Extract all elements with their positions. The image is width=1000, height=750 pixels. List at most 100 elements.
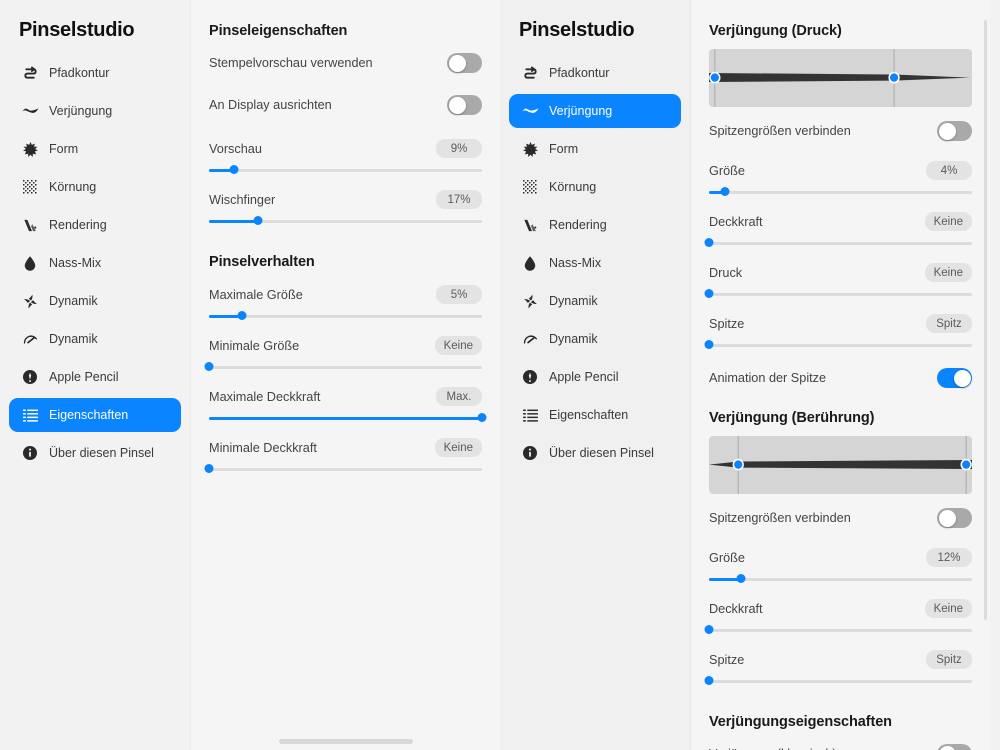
slider-control-deckkraft: Deckkraft Keine	[704, 212, 972, 250]
slider-thumb[interactable]	[704, 289, 714, 298]
slider-value-deckkraft[interactable]: Keine	[924, 599, 972, 618]
shape-star-icon	[519, 141, 541, 157]
slider-value-spitze[interactable]: Spitz	[926, 650, 972, 669]
slider-thumb[interactable]	[704, 340, 714, 349]
taper-preview-touch-graphic	[709, 436, 972, 494]
row-link-tip-sizes-pressure[interactable]: Spitzengrößen verbinden	[709, 121, 972, 141]
taper-preview-touch[interactable]	[709, 436, 972, 494]
slider-value-druck[interactable]: Keine	[924, 263, 972, 282]
row-align-display-toggle[interactable]: An Display ausrichten	[209, 95, 482, 115]
slider-track-wischfinger[interactable]	[209, 214, 482, 228]
sidebar-item-über-diesen-pinsel[interactable]: Über diesen Pinsel	[9, 436, 181, 470]
sidebar-item-label: Körnung	[549, 180, 597, 194]
slider-thumb[interactable]	[253, 216, 263, 225]
sidebar-item-nass-mix[interactable]: Nass-Mix	[509, 246, 681, 280]
slider-track-druck[interactable]	[704, 287, 972, 301]
row-classic-taper[interactable]: Verjüngung (klassisch)	[709, 744, 972, 750]
sidebar-item-dynamik[interactable]: Dynamik	[509, 322, 681, 356]
taper-preview-pressure[interactable]	[709, 49, 972, 107]
sidebar-item-verjüngung[interactable]: Verjüngung	[9, 94, 181, 128]
toggle-link-tip-sizes-pressure[interactable]	[937, 121, 972, 141]
toggle-link-tip-sizes-touch[interactable]	[937, 508, 972, 528]
sidebar-item-körnung[interactable]: Körnung	[509, 170, 681, 204]
slider-thumb[interactable]	[704, 676, 714, 685]
sidebar-item-dynamik[interactable]: Dynamik	[509, 284, 681, 318]
slider-thumb[interactable]	[704, 625, 714, 634]
row-link-tip-sizes-touch[interactable]: Spitzengrößen verbinden	[709, 508, 972, 528]
slider-value-spitze[interactable]: Spitz	[926, 314, 972, 333]
panel-taper: Verjüngung (Druck) Spitzengrößen verbind…	[690, 0, 990, 750]
slider-value-vorschau[interactable]: 9%	[436, 139, 482, 158]
slider-track-spitze[interactable]	[704, 338, 972, 352]
slider-thumb[interactable]	[704, 238, 714, 247]
sliders-group-preview: Vorschau 9% Wischfinger 17%	[209, 139, 482, 228]
grain-mesh-icon	[519, 180, 541, 194]
slider-track-vorschau[interactable]	[209, 163, 482, 177]
row-stamp-preview-toggle[interactable]: Stempelvorschau verwenden	[209, 53, 482, 73]
slider-value-größe[interactable]: 12%	[926, 548, 972, 567]
slider-thumb[interactable]	[229, 165, 239, 174]
row-tip-animation[interactable]: Animation der Spitze	[709, 368, 972, 388]
toggle-stamp-preview[interactable]	[447, 53, 482, 73]
slider-track-größe[interactable]	[709, 572, 972, 586]
sidebar-item-pfadkontur[interactable]: Pfadkontur	[509, 56, 681, 90]
slider-thumb[interactable]	[204, 362, 214, 371]
slider-label-deckkraft: Deckkraft	[709, 214, 763, 229]
slider-track-deckkraft[interactable]	[704, 623, 972, 637]
sidebar-item-körnung[interactable]: Körnung	[9, 170, 181, 204]
gauge-icon	[519, 332, 541, 347]
slider-track-maximale-größe[interactable]	[209, 309, 482, 323]
toggle-classic-taper[interactable]	[937, 744, 972, 750]
slider-thumb[interactable]	[204, 464, 214, 473]
sidebar-item-rendering[interactable]: Rendering	[509, 208, 681, 242]
toggle-knob	[953, 369, 971, 387]
sidebar-item-dynamik[interactable]: Dynamik	[9, 322, 181, 356]
home-indicator	[278, 739, 413, 744]
sidebar-item-form[interactable]: Form	[9, 132, 181, 166]
toggle-tip-animation[interactable]	[937, 368, 972, 388]
sidebar-item-label: Eigenschaften	[549, 408, 629, 422]
slider-thumb[interactable]	[720, 187, 730, 196]
slider-thumb[interactable]	[736, 574, 746, 583]
dynamics-icon	[19, 294, 41, 309]
sidebar-item-nass-mix[interactable]: Nass-Mix	[9, 246, 181, 280]
slider-value-minimale-größe[interactable]: Keine	[434, 336, 482, 355]
dynamics-icon	[519, 294, 541, 309]
sidebar-item-pfadkontur[interactable]: Pfadkontur	[9, 56, 181, 90]
taper-wave-icon	[519, 105, 541, 117]
sidebar-item-eigenschaften[interactable]: Eigenschaften	[509, 398, 681, 432]
slider-value-wischfinger[interactable]: 17%	[436, 190, 482, 209]
slider-value-maximale-deckkraft[interactable]: Max.	[436, 387, 482, 406]
sidebar-item-über-diesen-pinsel[interactable]: Über diesen Pinsel	[509, 436, 681, 470]
slider-track-minimale-deckkraft[interactable]	[204, 462, 482, 476]
slider-value-größe[interactable]: 4%	[926, 161, 972, 180]
slider-track-bg	[209, 315, 482, 318]
sidebar-left: Pinselstudio Pfadkontur Verjüngung Form Kör…	[0, 0, 190, 750]
slider-track-deckkraft[interactable]	[704, 236, 972, 250]
sidebar-item-dynamik[interactable]: Dynamik	[9, 284, 181, 318]
slider-control-spitze: Spitze Spitz	[704, 650, 972, 688]
slider-thumb[interactable]	[477, 413, 487, 422]
slider-track-maximale-deckkraft[interactable]	[209, 411, 487, 425]
sidebar-item-label: Über diesen Pinsel	[49, 446, 154, 460]
slider-track-größe[interactable]	[709, 185, 972, 199]
section-title-brush-properties: Pinseleigenschaften	[209, 23, 348, 39]
slider-value-minimale-deckkraft[interactable]: Keine	[434, 438, 482, 457]
sidebar-item-eigenschaften[interactable]: Eigenschaften	[9, 398, 181, 432]
toggle-align-display[interactable]	[447, 95, 482, 115]
toggle-knob	[938, 745, 956, 750]
sidebar-item-apple-pencil[interactable]: Apple Pencil	[509, 360, 681, 394]
sidebar-item-label: Pfadkontur	[49, 66, 110, 80]
page-title-right: Pinselstudio	[519, 19, 635, 41]
scrollbar-taper[interactable]	[984, 20, 987, 620]
slider-track-minimale-größe[interactable]	[204, 360, 482, 374]
sidebar-item-apple-pencil[interactable]: Apple Pencil	[9, 360, 181, 394]
slider-thumb[interactable]	[237, 311, 247, 320]
sidebar-item-rendering[interactable]: Rendering	[9, 208, 181, 242]
slider-value-maximale-größe[interactable]: 5%	[436, 285, 482, 304]
sidebar-item-form[interactable]: Form	[509, 132, 681, 166]
slider-track-spitze[interactable]	[704, 674, 972, 688]
sidebar-item-verjüngung[interactable]: Verjüngung	[509, 94, 681, 128]
slider-value-deckkraft[interactable]: Keine	[924, 212, 972, 231]
slider-header: Druck Keine	[709, 263, 972, 282]
